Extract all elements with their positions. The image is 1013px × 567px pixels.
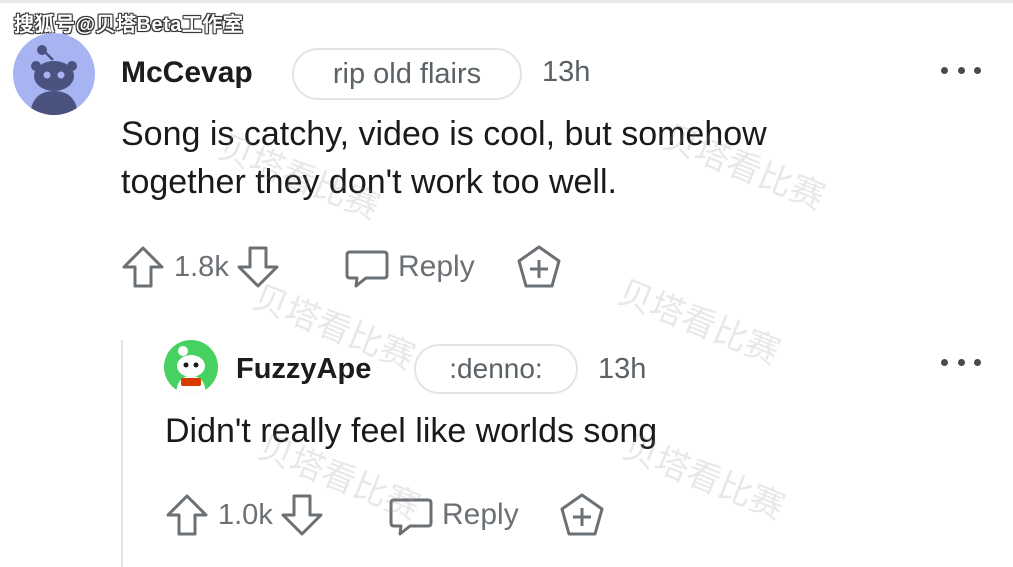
upvote-icon[interactable] (164, 492, 210, 538)
vote-count: 1.8k (174, 250, 229, 283)
avatar[interactable] (164, 340, 218, 394)
dot-icon (941, 66, 948, 74)
upvote-icon[interactable] (120, 244, 166, 290)
reply-label: Reply (398, 250, 475, 283)
add-award-icon (517, 245, 561, 288)
comment-body-line: together they don't work too well. (121, 163, 617, 201)
comment-body-line: Song is catchy, video is cool, but someh… (121, 115, 767, 153)
comment-body: Song is catchy, video is cool, but someh… (121, 110, 767, 206)
more-options-button[interactable] (941, 60, 981, 80)
avatar[interactable] (13, 33, 95, 115)
comment-username[interactable]: McCevap (121, 56, 253, 90)
comment-body-line: Didn't really feel like worlds song (165, 412, 658, 450)
award-button[interactable] (516, 244, 562, 290)
comment-timestamp: 13h (542, 56, 591, 88)
downvote-icon[interactable] (235, 244, 281, 290)
dot-icon (974, 358, 981, 366)
user-flair: :denno: (414, 344, 578, 394)
reply-button[interactable]: Reply (344, 244, 475, 290)
vote-group: 1.0k (164, 492, 325, 538)
comment-body: Didn't really feel like worlds song (165, 407, 657, 455)
dot-icon (957, 358, 965, 366)
reply-button[interactable]: Reply (388, 492, 519, 538)
dot-icon (941, 358, 948, 366)
top-divider (0, 0, 1013, 3)
vote-group: 1.8k (120, 244, 281, 290)
add-award-icon (560, 493, 604, 536)
award-button[interactable] (559, 492, 605, 538)
dot-icon (957, 66, 965, 74)
thread-line[interactable] (121, 340, 123, 567)
snoo-avatar-icon (30, 45, 78, 115)
more-options-button[interactable] (941, 352, 981, 372)
dot-icon (974, 66, 981, 74)
comment-timestamp: 13h (598, 353, 647, 385)
comment-bubble-icon (389, 498, 433, 536)
comment-bubble-icon (345, 250, 389, 288)
downvote-icon[interactable] (279, 492, 325, 538)
snoo-avatar-icon (176, 346, 206, 394)
vote-count: 1.0k (218, 498, 273, 531)
user-flair: rip old flairs (292, 48, 522, 100)
reply-label: Reply (442, 498, 519, 531)
comment-username[interactable]: FuzzyApe (236, 353, 371, 386)
